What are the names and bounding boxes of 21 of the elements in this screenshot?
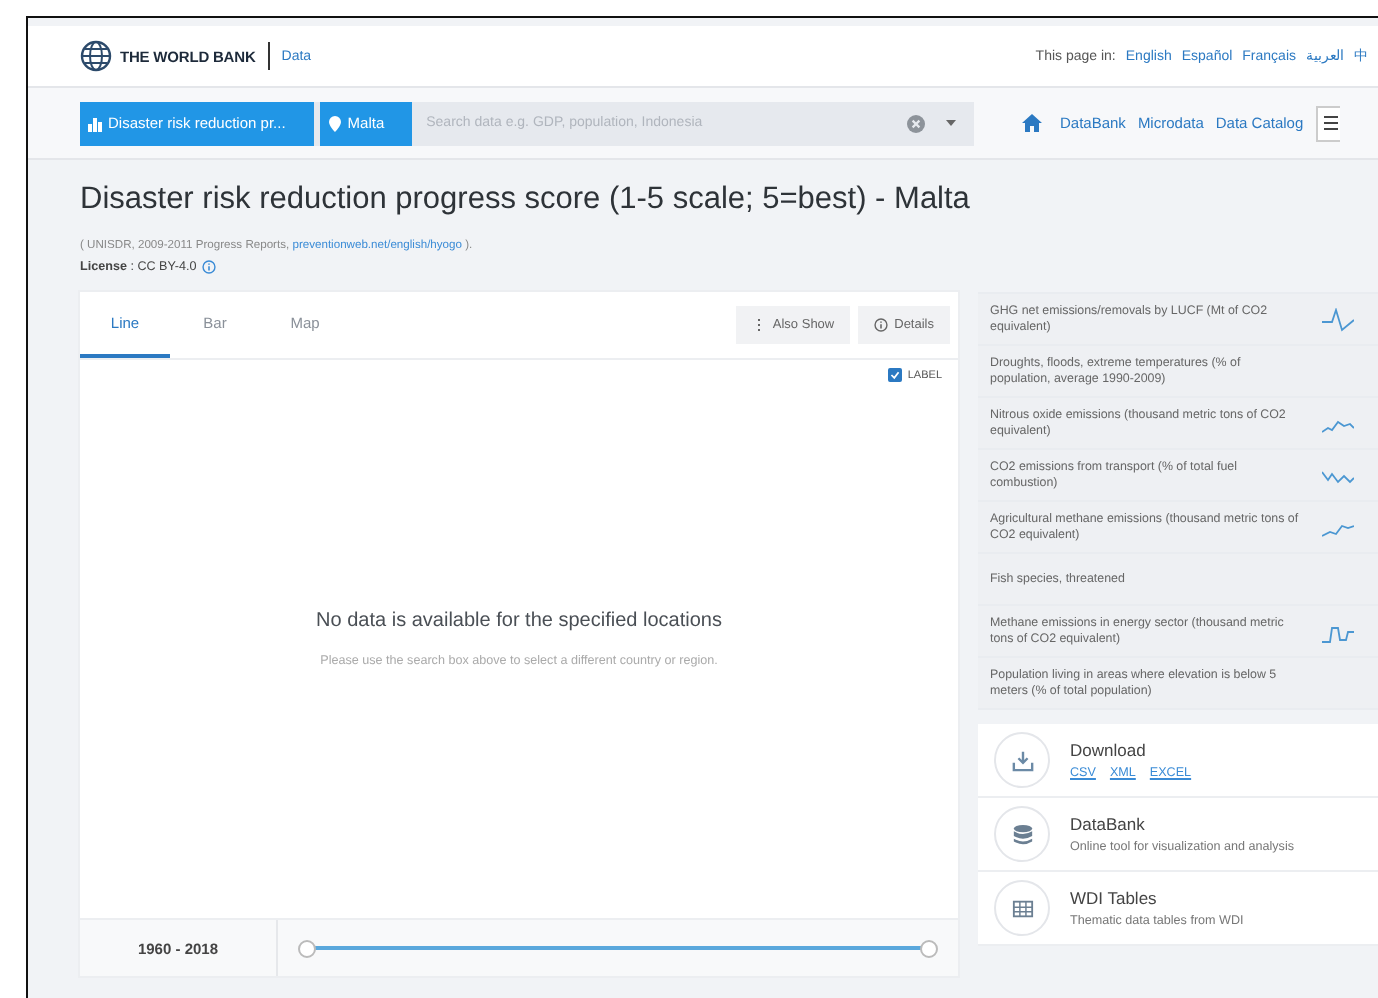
tool-title[interactable]: DataBank xyxy=(1070,814,1295,834)
download-icon xyxy=(1011,749,1033,771)
info-icon xyxy=(874,318,889,332)
tool-title[interactable]: Download xyxy=(1070,740,1192,760)
page-title: Disaster risk reduction progress score (1-5 scale; 5=best) - Malta xyxy=(80,182,972,218)
globe-logo-icon xyxy=(80,40,112,72)
slider-thumb[interactable] xyxy=(920,939,938,957)
home-icon[interactable] xyxy=(1022,114,1042,132)
bar-chart-icon xyxy=(88,115,102,131)
tool-title[interactable]: WDI Tables xyxy=(1070,888,1244,908)
label-checkbox[interactable] xyxy=(887,368,902,382)
database-icon xyxy=(1011,823,1033,845)
pin-icon xyxy=(327,115,342,131)
slider-thumb[interactable] xyxy=(298,939,316,957)
clear-icon[interactable] xyxy=(906,113,926,133)
sparkline-icon xyxy=(1322,307,1354,331)
caret-icon[interactable] xyxy=(944,118,958,128)
info-icon[interactable] xyxy=(202,260,217,274)
table-icon xyxy=(1011,897,1033,919)
empty-state-title: No data is available for the specified locations xyxy=(316,610,722,632)
menu-icon[interactable] xyxy=(1315,105,1340,141)
